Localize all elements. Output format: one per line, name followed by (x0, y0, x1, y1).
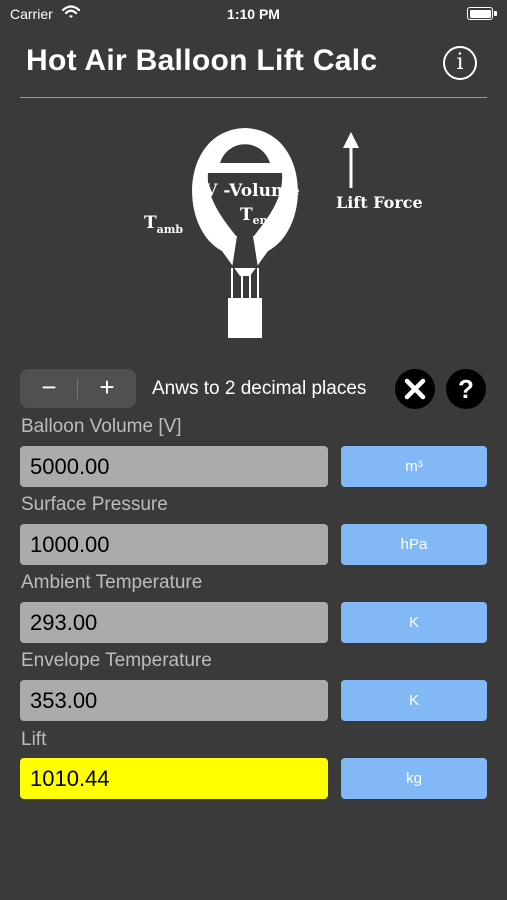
pressure-unit-button[interactable]: hPa (341, 524, 487, 565)
pressure-label-text: Surface Pressure (21, 494, 168, 515)
increment-button[interactable]: + (78, 369, 136, 408)
header-divider (20, 97, 487, 98)
pressure-input[interactable]: 1000.00 (20, 524, 328, 565)
t-env-label: T (240, 205, 253, 225)
volume-unit-button[interactable]: m³ (341, 446, 487, 487)
svg-text:Tamb: Tamb (144, 213, 183, 236)
lift-unit-button[interactable]: kg (341, 758, 487, 799)
status-bar: Carrier 1:10 PM (0, 0, 507, 30)
decimal-stepper[interactable]: − + (20, 369, 136, 408)
ambient-temp-input[interactable]: 293.00 (20, 602, 328, 643)
balloon-basket (228, 298, 262, 338)
lift-force-label: Lift Force (336, 193, 423, 212)
battery-icon (467, 7, 497, 20)
envelope-temp-unit-button[interactable]: K (341, 680, 487, 721)
clear-button[interactable] (395, 369, 435, 409)
decrement-button[interactable]: − (20, 369, 78, 408)
volume-input[interactable]: 5000.00 (20, 446, 328, 487)
t-amb-sub: amb (157, 223, 184, 236)
lift-label-text: Lift (21, 729, 47, 750)
page-title: Hot Air Balloon Lift Calc (26, 44, 378, 77)
volume-label: V -Volume (203, 181, 300, 201)
envelope-temp-input[interactable]: 353.00 (20, 680, 328, 721)
envelope-temp-label-text: Envelope Temperature (21, 650, 212, 671)
volume-label-text: Balloon Volume [V] (21, 416, 182, 437)
close-icon (404, 378, 426, 400)
lift-result: 1010.44 (20, 758, 328, 799)
status-time: 1:10 PM (227, 6, 280, 22)
t-amb-label: T (144, 213, 157, 233)
help-button[interactable]: ? (446, 369, 486, 409)
info-icon[interactable]: i (443, 46, 477, 80)
balloon-diagram: V -Volume Tenv Tamb Lift Force (140, 118, 440, 343)
precision-label: Anws to 2 decimal places (152, 378, 367, 399)
t-env-sub: env (253, 214, 275, 227)
ambient-temp-unit-button[interactable]: K (341, 602, 487, 643)
ambient-temp-label-text: Ambient Temperature (21, 572, 203, 593)
